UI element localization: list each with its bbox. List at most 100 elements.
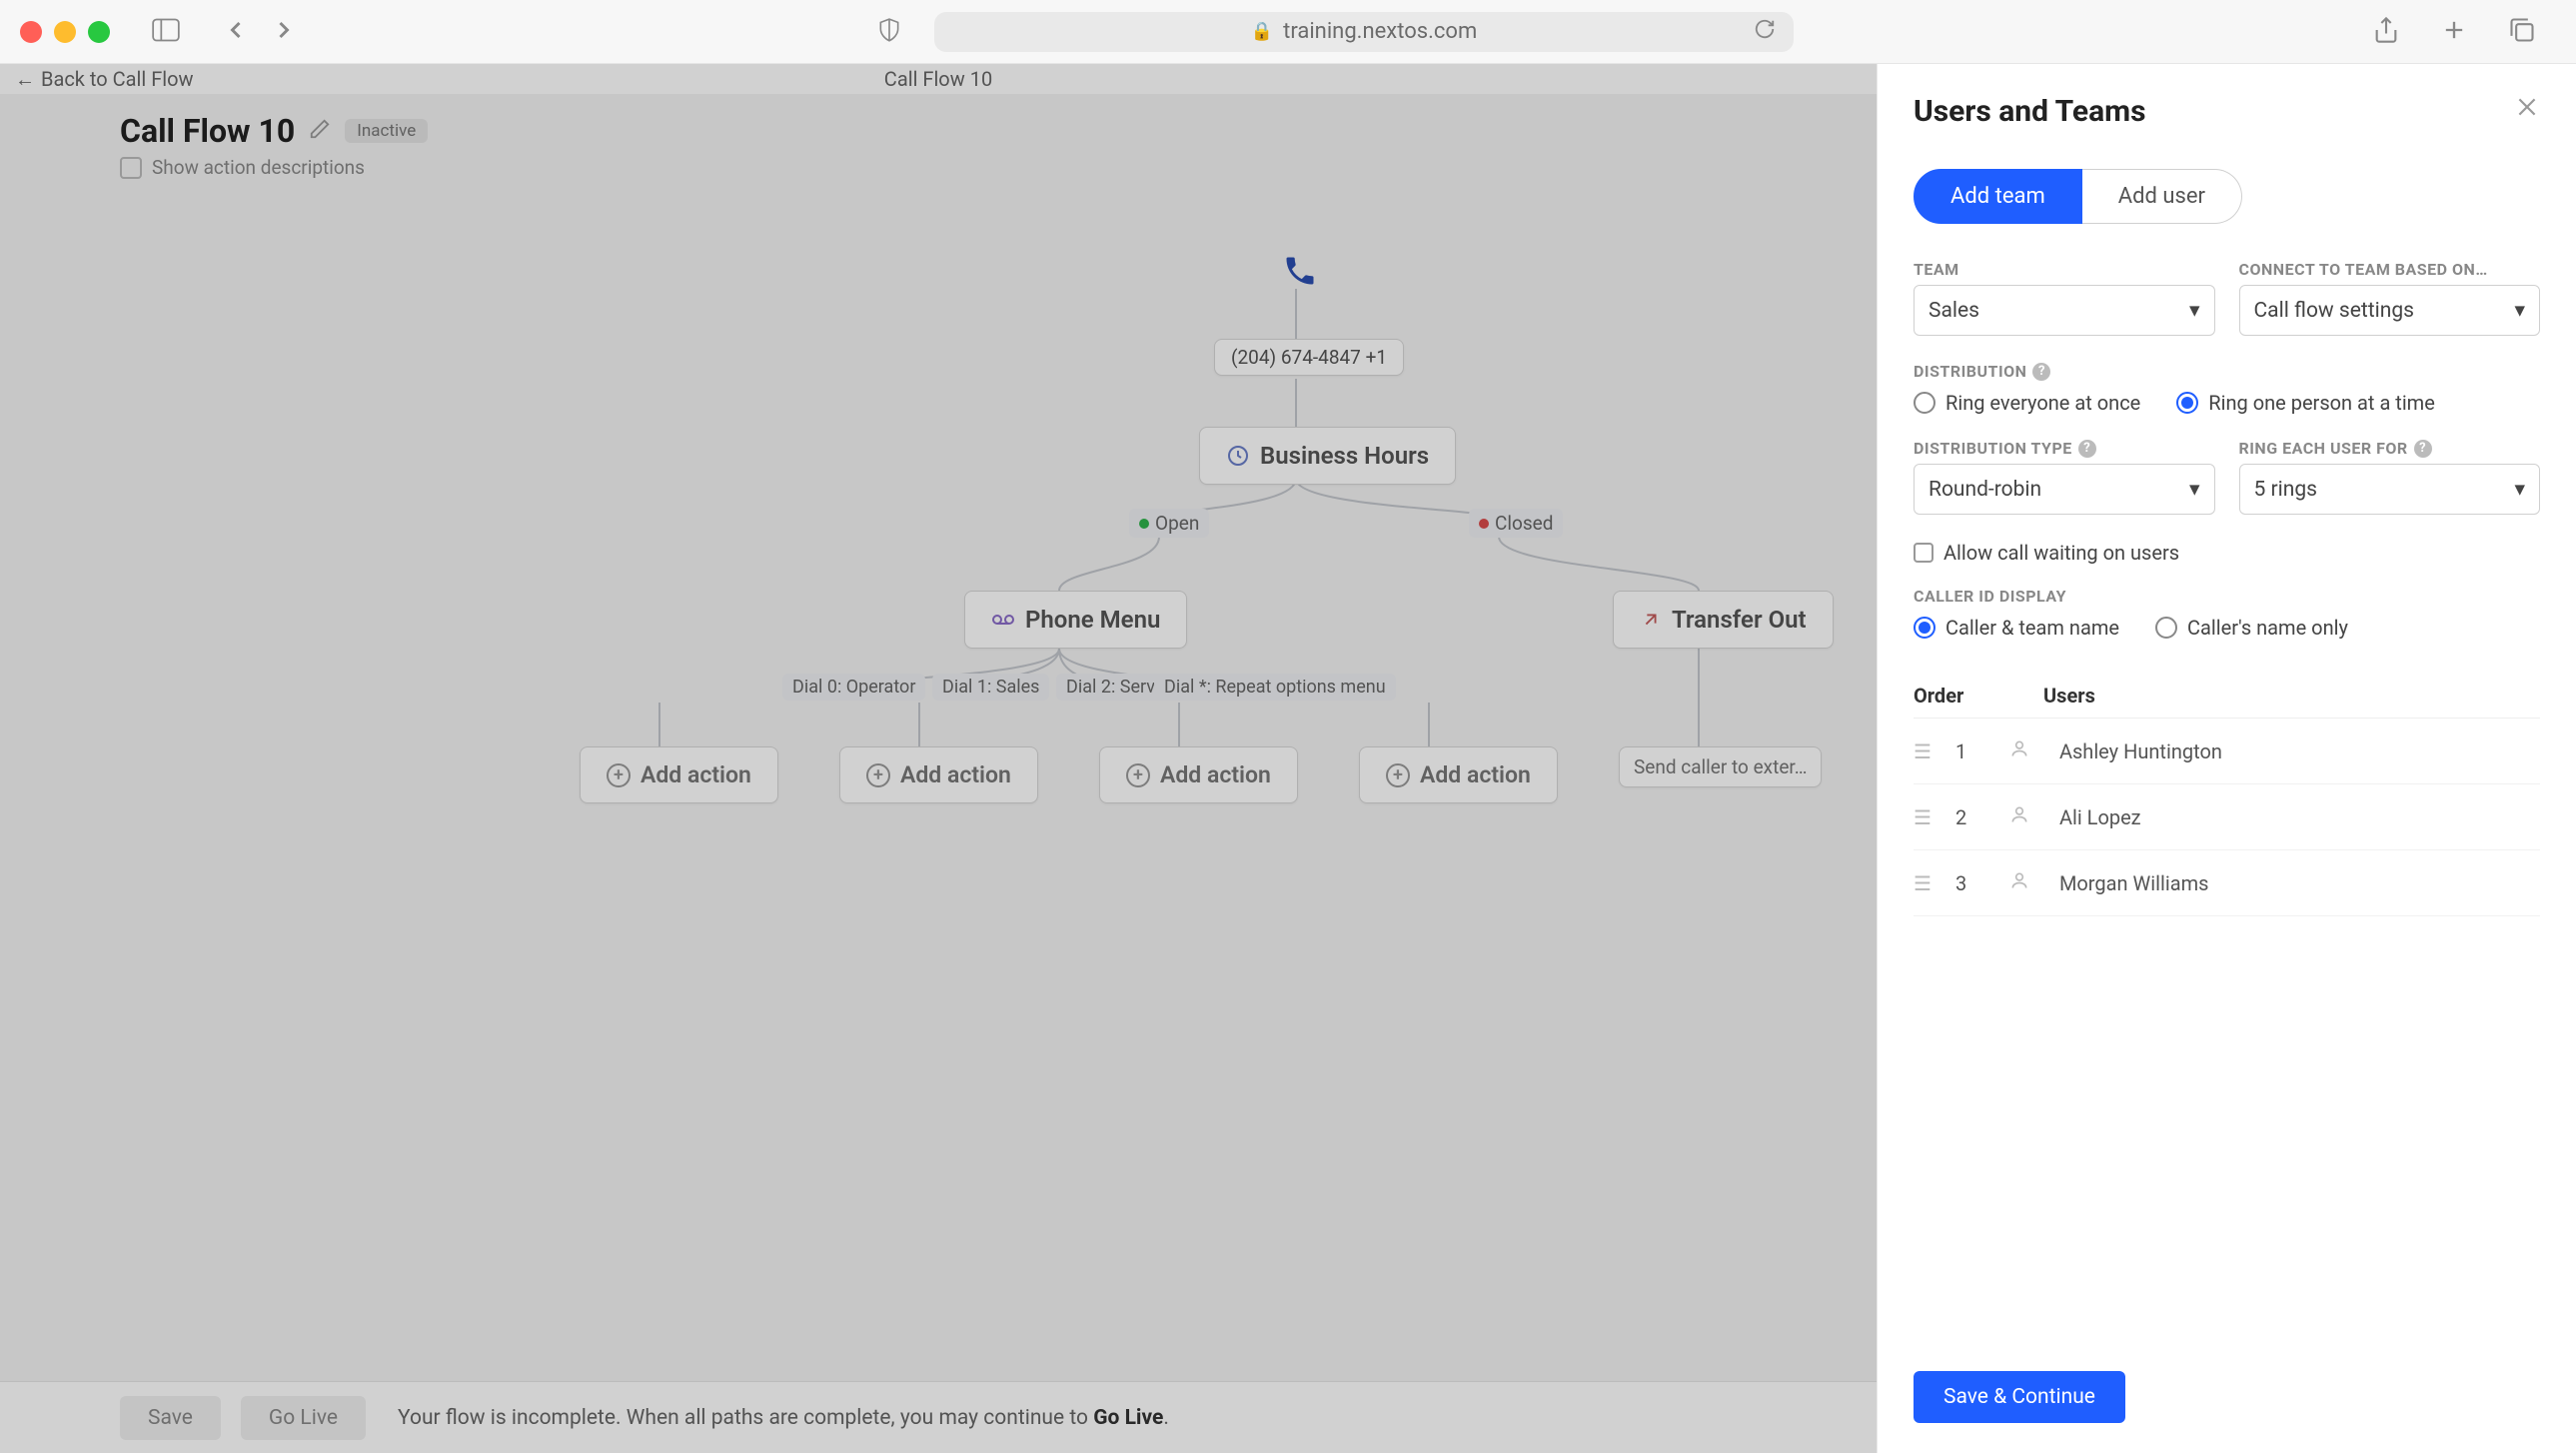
plus-circle-icon: + (1386, 763, 1410, 787)
edit-title-icon[interactable] (309, 118, 331, 144)
phone-number-node[interactable]: (204) 674-4847 +1 (1214, 339, 1404, 376)
share-icon[interactable] (2372, 16, 2400, 48)
user-name: Ashley Huntington (2059, 739, 2222, 763)
add-action-button[interactable]: +Add action (1099, 746, 1298, 803)
phone-menu-label: Phone Menu (1025, 606, 1160, 634)
branch-open-label: Open (1129, 509, 1209, 538)
send-external-node[interactable]: Send caller to exter… (1619, 746, 1822, 787)
ring-each-value: 5 rings (2254, 478, 2317, 502)
dial-0-label: Dial 0: Operator (782, 674, 925, 701)
add-action-label: Add action (1420, 761, 1531, 788)
order-column-header: Order (1914, 684, 1993, 708)
ring-everyone-radio[interactable]: Ring everyone at once (1914, 391, 2140, 415)
drag-handle-icon[interactable]: ☰ (1914, 871, 1932, 895)
user-row[interactable]: ☰ 2 Ali Lopez (1914, 784, 2540, 850)
add-action-label: Add action (641, 761, 751, 788)
distribution-label: DISTRIBUTION? (1914, 362, 2540, 381)
ring-one-label: Ring one person at a time (2208, 391, 2435, 415)
save-button[interactable]: Save (120, 1396, 221, 1440)
user-name: Ali Lopez (2059, 805, 2141, 829)
caller-team-radio[interactable]: Caller & team name (1914, 616, 2119, 640)
dial-star-label: Dial *: Repeat options menu (1154, 674, 1396, 701)
close-window-button[interactable] (20, 21, 42, 43)
forward-button[interactable] (270, 16, 298, 48)
dial-1-label: Dial 1: Sales (932, 674, 1049, 701)
allow-call-waiting-label: Allow call waiting on users (1943, 541, 2179, 565)
add-action-button[interactable]: + Add action (1359, 746, 1558, 803)
add-action-button[interactable]: + Add action (580, 746, 778, 803)
user-order: 2 (1955, 805, 1985, 829)
user-icon (2009, 738, 2029, 763)
new-tab-icon[interactable] (2440, 16, 2468, 48)
phone-number-text: (204) 674-4847 +1 (1231, 346, 1387, 369)
arrow-up-right-icon (1640, 609, 1662, 631)
user-order: 3 (1955, 871, 1985, 895)
connect-label: CONNECT TO TEAM BASED ON… (2239, 260, 2541, 279)
back-button[interactable] (222, 16, 250, 48)
phone-start-icon (1278, 249, 1322, 293)
lock-icon: 🔒 (1251, 21, 1273, 42)
team-value: Sales (1929, 299, 1979, 323)
save-continue-button[interactable]: Save & Continue (1914, 1371, 2125, 1423)
tabs-overview-icon[interactable] (2508, 16, 2536, 48)
users-teams-panel: Users and Teams Add team Add user TEAM S… (1877, 64, 2576, 1453)
transfer-out-label: Transfer Out (1672, 606, 1807, 634)
back-link-label: Back to Call Flow (41, 67, 194, 91)
flow-canvas[interactable]: (204) 674-4847 +1 Business Hours Open Cl… (0, 179, 1877, 1398)
ring-everyone-label: Ring everyone at once (1945, 391, 2140, 415)
status-badge: Inactive (345, 119, 428, 143)
clock-icon (1226, 444, 1250, 468)
user-row[interactable]: ☰ 3 Morgan Williams (1914, 850, 2540, 916)
privacy-shield-icon[interactable] (876, 17, 902, 47)
add-action-label: Add action (900, 761, 1011, 788)
page-title: Call Flow 10 (120, 112, 295, 150)
help-icon[interactable]: ? (2414, 440, 2432, 458)
phone-menu-node[interactable]: Phone Menu (964, 591, 1187, 649)
user-row[interactable]: ☰ 1 Ashley Huntington (1914, 719, 2540, 784)
drag-handle-icon[interactable]: ☰ (1914, 805, 1932, 829)
ring-each-label: RING EACH USER FOR? (2239, 439, 2541, 458)
add-team-tab[interactable]: Add team (1914, 169, 2082, 224)
caller-only-radio[interactable]: Caller's name only (2155, 616, 2348, 640)
distribution-type-select[interactable]: Round-robin ▾ (1914, 464, 2215, 515)
chevron-down-icon: ▾ (2189, 477, 2200, 502)
add-action-button[interactable]: + Add action (839, 746, 1038, 803)
reload-icon[interactable] (1754, 18, 1776, 46)
branch-closed-label: Closed (1469, 509, 1563, 538)
plus-circle-icon: + (607, 763, 631, 787)
window-controls (20, 21, 110, 43)
help-icon[interactable]: ? (2078, 440, 2096, 458)
caller-only-label: Caller's name only (2187, 616, 2348, 640)
ring-each-select[interactable]: 5 rings ▾ (2239, 464, 2541, 515)
allow-call-waiting-checkbox[interactable] (1914, 543, 1933, 563)
url-text: training.nextos.com (1283, 19, 1477, 44)
plus-circle-icon: + (1126, 763, 1150, 787)
maximize-window-button[interactable] (88, 21, 110, 43)
minimize-window-button[interactable] (54, 21, 76, 43)
help-icon[interactable]: ? (2032, 363, 2050, 381)
business-hours-node[interactable]: Business Hours (1199, 427, 1456, 485)
caller-id-display-label: CALLER ID DISPLAY (1914, 587, 2540, 606)
go-live-button[interactable]: Go Live (241, 1396, 366, 1440)
editor-footer: Save Go Live Your flow is incomplete. Wh… (0, 1381, 1877, 1453)
back-to-call-flow-link[interactable]: ← Back to Call Flow (15, 67, 194, 92)
arrow-left-icon: ← (15, 67, 35, 92)
user-icon (2009, 804, 2029, 829)
sidebar-toggle-icon[interactable] (152, 18, 180, 46)
top-center-title: Call Flow 10 (884, 67, 992, 91)
close-panel-button[interactable] (2514, 94, 2540, 124)
send-external-label: Send caller to exter… (1634, 755, 1807, 778)
drag-handle-icon[interactable]: ☰ (1914, 739, 1932, 763)
voicemail-icon (991, 608, 1015, 632)
connect-select[interactable]: Call flow settings ▾ (2239, 285, 2541, 336)
team-select[interactable]: Sales ▾ (1914, 285, 2215, 336)
add-user-tab[interactable]: Add user (2082, 169, 2242, 224)
footer-message: Your flow is incomplete. When all paths … (398, 1406, 1169, 1430)
add-team-user-toggle: Add team Add user (1914, 169, 2540, 224)
address-bar[interactable]: 🔒 training.nextos.com (934, 12, 1794, 52)
plus-circle-icon: + (866, 763, 890, 787)
transfer-out-node[interactable]: Transfer Out (1613, 591, 1834, 649)
show-descriptions-checkbox[interactable] (120, 157, 142, 179)
user-name: Morgan Williams (2059, 871, 2209, 895)
ring-one-radio[interactable]: Ring one person at a time (2176, 391, 2435, 415)
